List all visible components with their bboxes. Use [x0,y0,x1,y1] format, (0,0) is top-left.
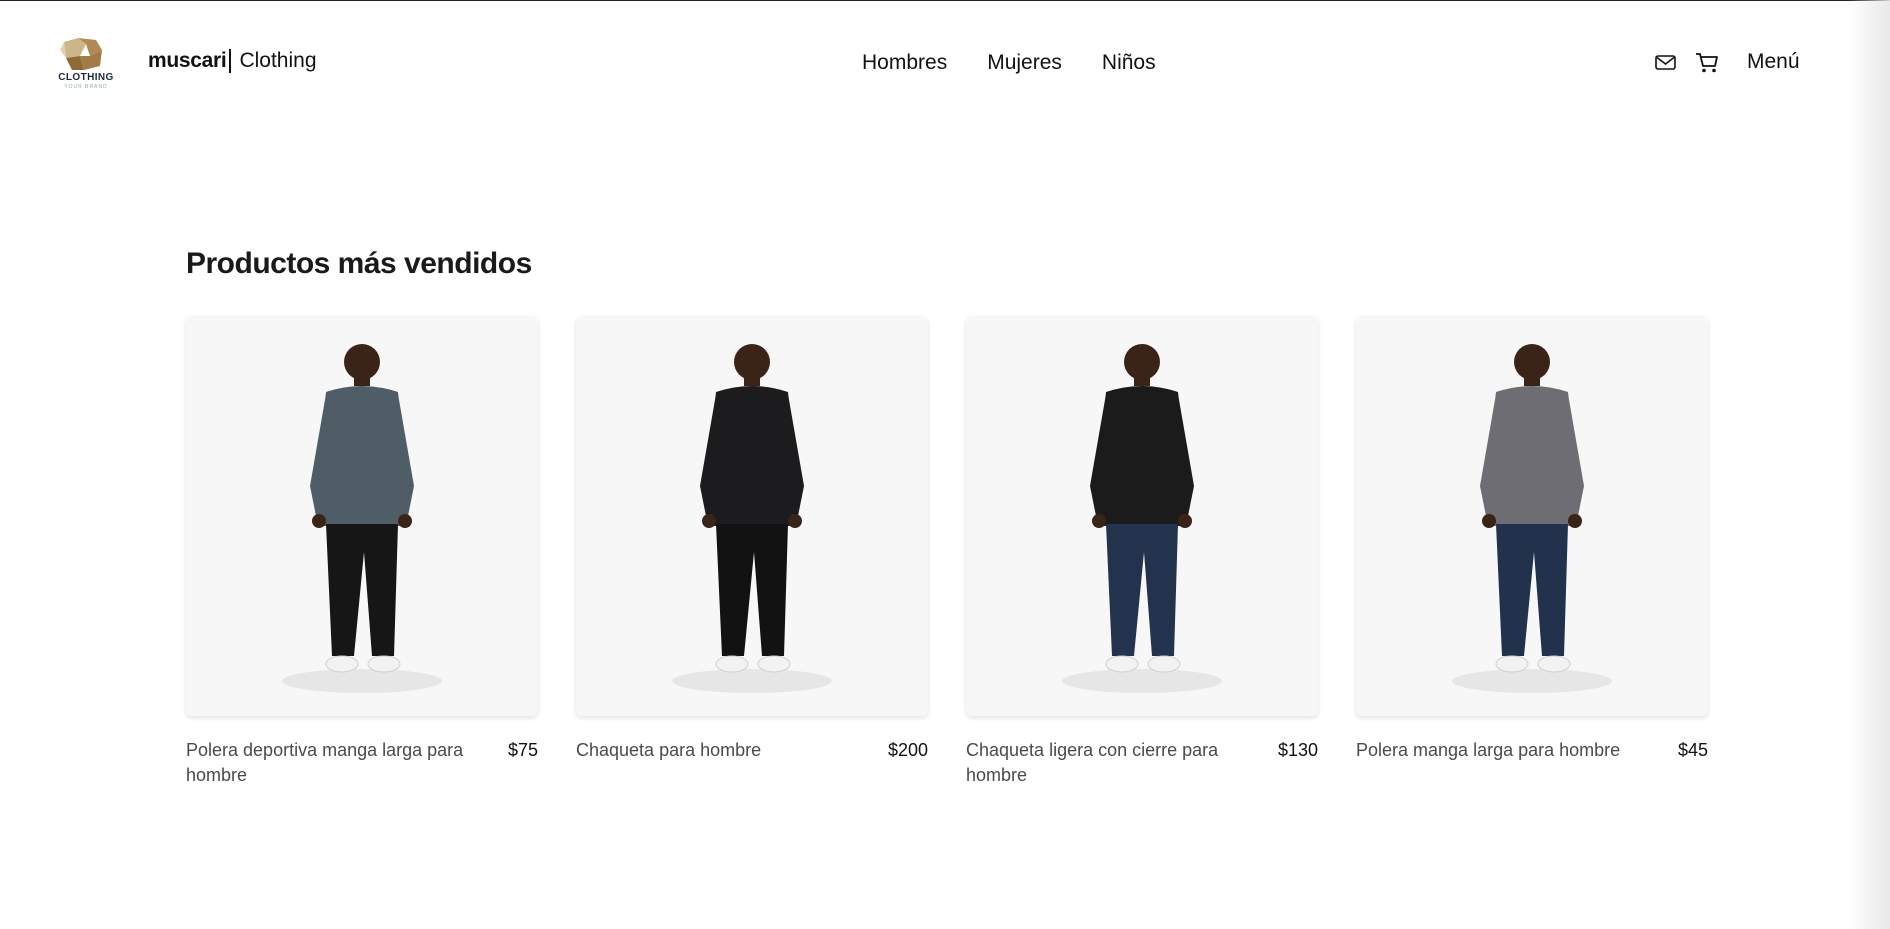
product-price: $130 [1277,740,1318,760]
product-name[interactable]: Chaqueta para hombre [576,738,866,763]
nav-item-ninos[interactable]: Niños [1102,51,1156,75]
product-image[interactable] [1356,316,1708,716]
brand-name[interactable]: muscari Clothing [148,49,317,73]
main-nav: Hombres Mujeres Niños [862,51,1156,75]
product-card[interactable]: Chaqueta ligera con cierre para hombre $… [966,316,1318,796]
brand-logo[interactable]: CLOTHING YOUR BRAND [56,36,116,90]
logo-tagline: YOUR BRAND [64,84,108,90]
section-title: Productos más vendidos [186,247,532,280]
product-card[interactable]: Chaqueta para hombre $200 [576,316,928,796]
product-price: $45 [1677,740,1708,760]
logo-shield-icon [60,38,102,70]
scroll-edge-shadow [1848,0,1890,929]
product-name[interactable]: Polera deportiva manga larga para hombre [186,738,476,788]
product-price: $75 [507,740,538,760]
product-name[interactable]: Chaqueta ligera con cierre para hombre [966,738,1256,788]
product-image[interactable] [186,316,538,716]
model-photo [1062,344,1222,693]
brand-divider [229,49,232,73]
product-card[interactable]: Polera deportiva manga larga para hombre… [186,316,538,796]
nav-item-mujeres[interactable]: Mujeres [987,51,1062,75]
product-image[interactable] [576,316,928,716]
product-card[interactable]: Polera manga larga para hombre $45 [1356,316,1708,796]
logo-caption: CLOTHING [58,72,114,83]
model-photo [282,344,442,693]
site-header: CLOTHING YOUR BRAND muscari Clothing Hom… [0,0,1890,130]
cart-icon[interactable] [1695,52,1719,74]
model-photo [672,344,832,693]
brand-name-bold: muscari [148,49,227,72]
product-grid: Polera deportiva manga larga para hombre… [186,316,1708,796]
menu-button[interactable]: Menú [1747,50,1800,74]
mail-icon[interactable] [1655,54,1676,71]
product-name[interactable]: Polera manga larga para hombre [1356,738,1646,763]
nav-item-hombres[interactable]: Hombres [862,51,947,75]
brand-name-light: Clothing [239,49,317,72]
model-photo [1452,344,1612,693]
product-price: $200 [887,740,928,760]
product-image[interactable] [966,316,1318,716]
